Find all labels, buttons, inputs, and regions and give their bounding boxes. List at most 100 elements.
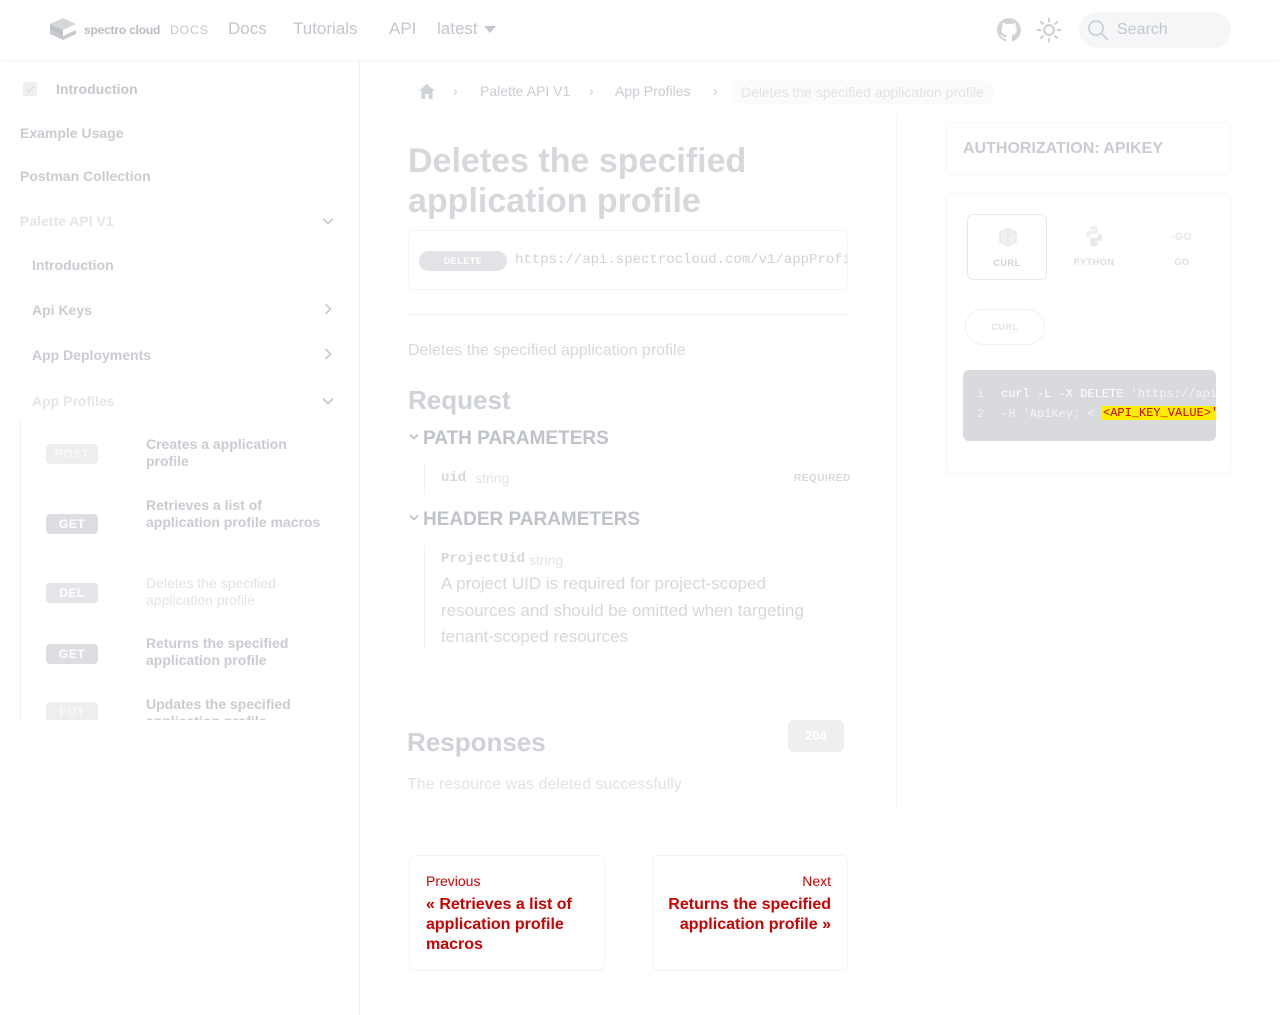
api-key-placeholder: <API_KEY_VALUE>' <box>1102 406 1216 420</box>
path-parameters-heading: PATH PARAMETERS <box>423 428 609 449</box>
docs-sidebar: Introduction Example Usage Postman Colle… <box>0 60 360 1015</box>
sidebar-item-api-keys[interactable]: Api Keys <box>32 302 92 318</box>
request-heading: Request <box>408 385 511 415</box>
breadcrumb-app-profiles[interactable]: App Profiles <box>615 83 690 99</box>
chevron-right-icon[interactable] <box>321 302 335 316</box>
sidebar-item-app-deployments[interactable]: App Deployments <box>32 347 151 363</box>
header-parameters-heading: HEADER PARAMETERS <box>423 509 641 530</box>
code-string: -H 'ApiKey: < <box>1001 407 1095 421</box>
search-box[interactable] <box>1079 12 1231 48</box>
method-badge-get: GET <box>46 644 98 664</box>
top-navbar: spectro cloud DOCS Docs Tutorials API la… <box>0 0 1280 60</box>
tab-label: GO <box>1174 257 1190 267</box>
svg-text:-GO: -GO <box>1171 231 1192 243</box>
divider <box>408 314 848 315</box>
code-command: curl -L -X DELETE <box>1001 387 1131 401</box>
version-dropdown[interactable]: latest <box>437 19 496 39</box>
sidebar-item-postman-collection[interactable]: Postman Collection <box>20 168 151 184</box>
breadcrumb-palette-api[interactable]: Palette API V1 <box>480 83 570 99</box>
method-badge-put: PUT <box>46 702 98 720</box>
breadcrumb-separator-icon: › <box>453 83 458 99</box>
sun-icon[interactable] <box>1036 17 1062 43</box>
param-type: string <box>529 552 564 568</box>
code-variant-tab[interactable]: CURL <box>965 309 1045 345</box>
endpoint-title: Creates a application profile <box>146 436 287 469</box>
responses-heading: Responses <box>407 727 546 757</box>
status-code-tab[interactable]: 204 <box>788 720 844 752</box>
chevron-right-icon[interactable] <box>321 347 335 361</box>
param-name: uid <box>441 470 467 486</box>
tab-go[interactable]: -GO GO <box>1142 214 1222 280</box>
param-type: string <box>475 470 510 486</box>
breadcrumb-current: Deletes the specified application profil… <box>731 79 994 105</box>
logo-docs-label: DOCS <box>170 23 209 37</box>
line-number: 1 <box>977 387 985 401</box>
endpoint-method-url: DELETE https://api.spectrocloud.com/v1/a… <box>408 230 848 290</box>
param-rail <box>424 462 425 494</box>
search-icon <box>1088 20 1108 40</box>
nav-link-docs[interactable]: Docs <box>228 19 267 39</box>
sidebar-item-app-profiles[interactable]: App Profiles <box>32 393 114 409</box>
sidebar-item-example-usage[interactable]: Example Usage <box>20 125 124 141</box>
nav-link-api[interactable]: API <box>389 19 416 39</box>
endpoint-title: Returns the specified application profil… <box>146 635 289 668</box>
chevron-down-icon[interactable] <box>321 394 335 408</box>
chevron-down-icon <box>409 433 419 440</box>
pagination-previous-label: « Retrieves a list of application profil… <box>426 896 572 953</box>
caret-down-icon <box>483 26 496 34</box>
code-string: 'https://api.spectrocloud.com/v1/appProf… <box>1130 387 1216 401</box>
path-parameters-toggle[interactable] <box>408 428 420 452</box>
code-snippet[interactable]: 1 curl -L -X DELETE 'https://api.spectro… <box>963 370 1216 441</box>
pagination-previous-sublabel: Previous <box>426 873 481 889</box>
pagination-next-sublabel: Next <box>802 873 831 889</box>
tab-python[interactable]: PYTHON <box>1054 214 1134 280</box>
authorization-panel: AUTHORIZATION: APIKEY <box>946 122 1231 175</box>
endpoint-title: Updates the specified application profil… <box>146 696 291 720</box>
line-number: 2 <box>977 407 985 421</box>
header-parameters-toggle[interactable] <box>408 509 420 533</box>
chevron-down-icon <box>409 514 419 521</box>
go-icon: -GO <box>1171 231 1192 243</box>
pagination-next[interactable]: Next Returns the specified application p… <box>652 855 848 971</box>
param-description: A project UID is required for project-sc… <box>441 574 804 646</box>
required-badge: REQUIRED <box>794 473 851 484</box>
code-line-text: -H 'ApiKey: < <box>1001 405 1095 423</box>
endpoint-title: Deletes the specified application profil… <box>146 575 276 608</box>
site-logo[interactable]: spectro cloud DOCS <box>48 16 209 44</box>
version-label: latest <box>437 19 478 38</box>
endpoint-description: Deletes the specified application profil… <box>408 342 686 359</box>
spectro-cloud-logo-icon <box>50 18 76 40</box>
logo-text: spectro cloud <box>84 23 161 37</box>
sidebar-item-introduction-top[interactable]: Introduction <box>56 81 138 97</box>
python-icon <box>1086 226 1102 246</box>
app-profiles-endpoint-list: POST Creates a application profile GET R… <box>20 420 340 720</box>
response-description: The resource was deleted successfully <box>407 776 682 793</box>
code-line: 1 curl -L -X DELETE 'https://api.spectro… <box>963 385 1216 403</box>
book-icon <box>23 82 37 96</box>
code-samples-panel: CURL PYTHON -GO GO CURL 1 curl -L -X DEL… <box>946 193 1231 473</box>
endpoint-title: Retrieves a list of application profile … <box>146 497 321 530</box>
code-line-text: curl -L -X DELETE 'https://api.spectrocl… <box>1001 385 1216 403</box>
tab-label: CURL <box>993 258 1021 268</box>
http-method-badge: DELETE <box>419 251 507 271</box>
breadcrumb-separator-icon: › <box>713 83 718 99</box>
pagination-next-label: Returns the specified application profil… <box>668 896 831 933</box>
pagination-previous[interactable]: Previous « Retrieves a list of applicati… <box>409 855 605 971</box>
curl-icon <box>999 227 1017 247</box>
endpoint-url: https://api.spectrocloud.com/v1/appProfi… <box>515 252 847 268</box>
authorization-title: AUTHORIZATION: APIKEY <box>963 140 1163 157</box>
github-icon[interactable] <box>996 17 1022 43</box>
sidebar-item-introduction[interactable]: Introduction <box>32 257 114 273</box>
method-badge-delete: DEL <box>46 583 98 603</box>
method-badge-get: GET <box>46 514 98 534</box>
chevron-down-icon[interactable] <box>321 214 335 228</box>
tab-curl[interactable]: CURL <box>967 214 1047 280</box>
breadcrumb-separator-icon: › <box>589 83 594 99</box>
home-icon[interactable] <box>418 83 436 100</box>
param-rail <box>424 545 425 650</box>
search-input[interactable] <box>1117 21 1227 39</box>
param-name: ProjectUid <box>441 551 526 567</box>
tab-label: PYTHON <box>1073 257 1115 267</box>
nav-link-tutorials[interactable]: Tutorials <box>293 19 358 39</box>
sidebar-item-palette-api-v1[interactable]: Palette API V1 <box>20 213 114 229</box>
